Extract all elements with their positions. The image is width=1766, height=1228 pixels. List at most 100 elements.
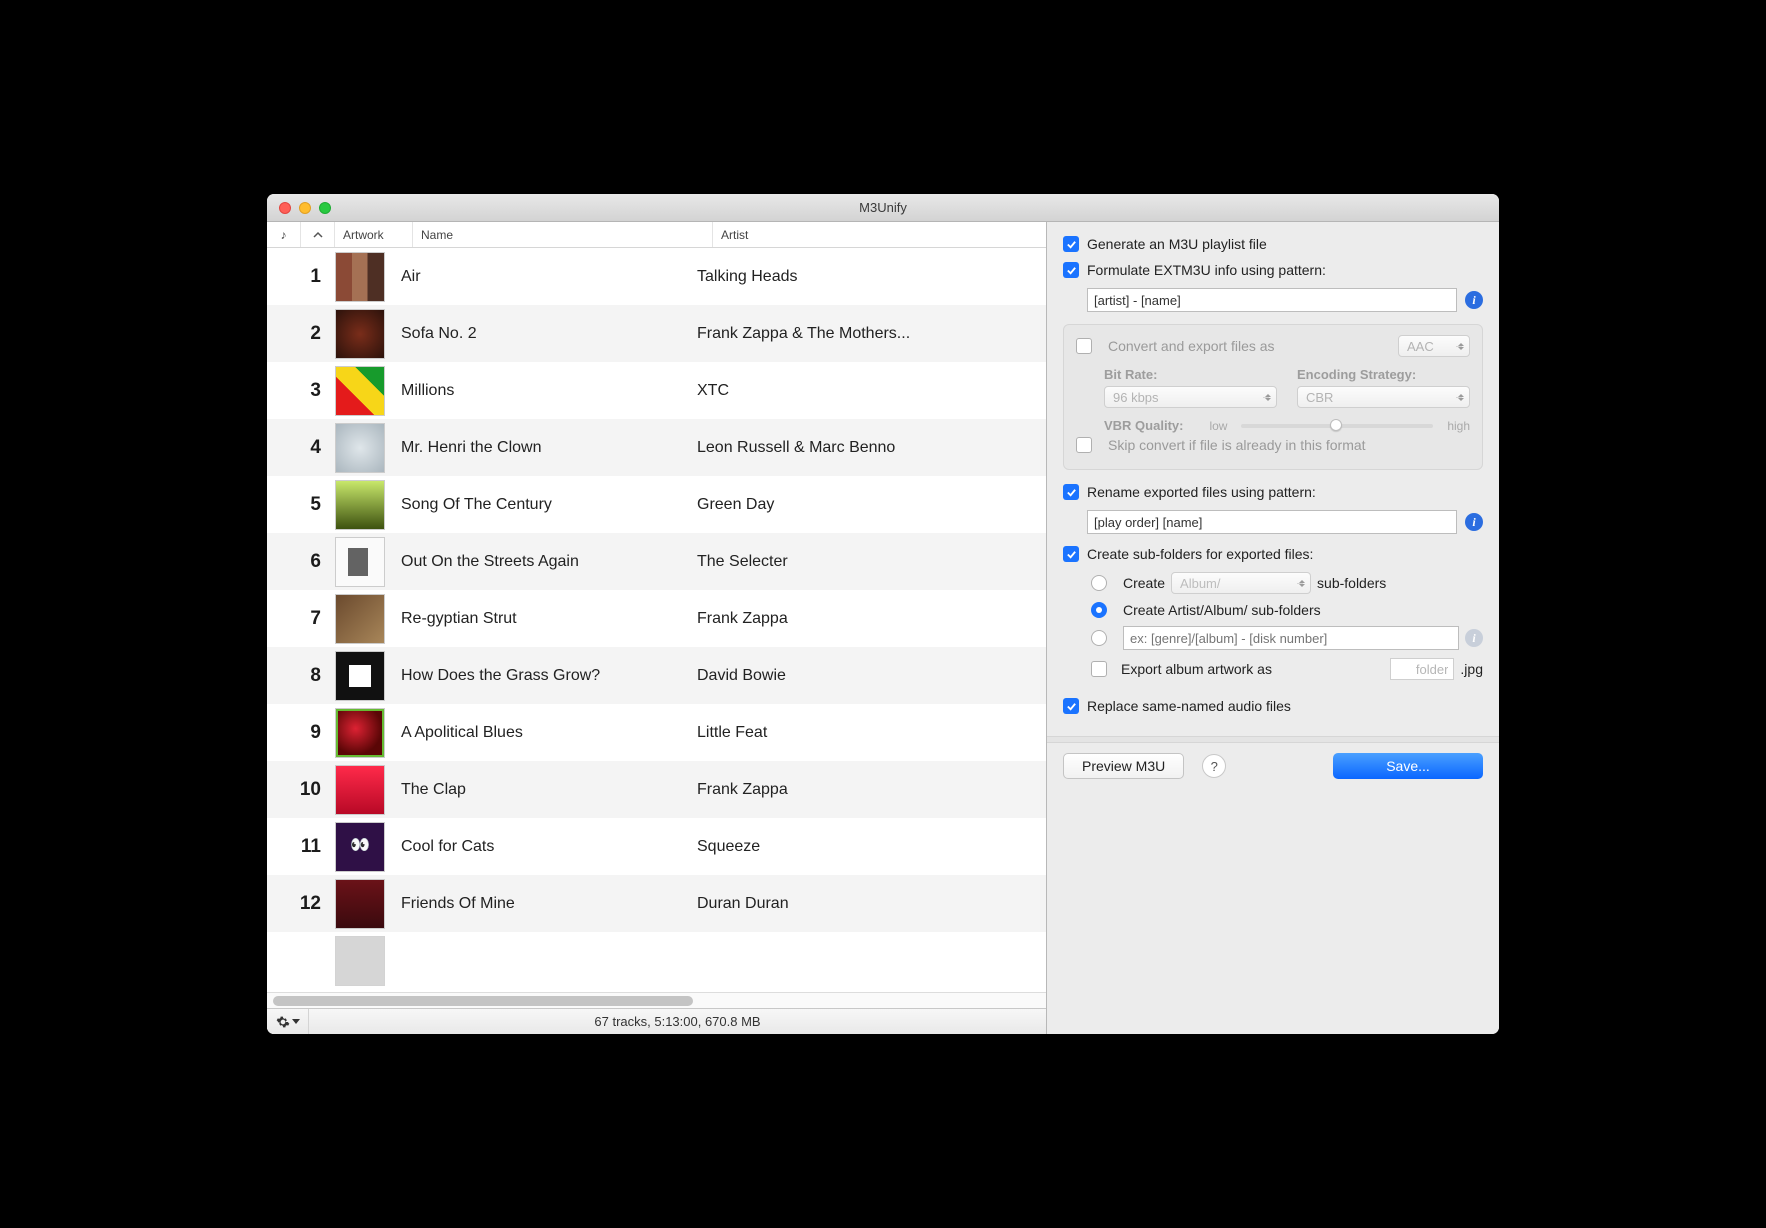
window-title: M3Unify <box>267 200 1499 215</box>
track-artist: Frank Zappa <box>697 781 1046 799</box>
artwork-filename-input[interactable] <box>1390 658 1454 680</box>
track-artist: Duran Duran <box>697 895 1046 913</box>
generate-m3u-label: Generate an M3U playlist file <box>1087 236 1267 252</box>
track-name: Millions <box>401 382 697 400</box>
table-row[interactable]: 6Out On the Streets AgainThe Selecter <box>267 533 1046 590</box>
album-artwork <box>335 252 385 302</box>
chevron-up-icon <box>313 230 323 240</box>
vbr-low-label: low <box>1209 419 1227 433</box>
table-row[interactable]: 1 AirTalking Heads <box>267 248 1046 305</box>
table-row[interactable]: 10The ClapFrank Zappa <box>267 761 1046 818</box>
track-artist: XTC <box>697 382 1046 400</box>
skip-convert-checkbox[interactable] <box>1076 437 1092 453</box>
table-row[interactable]: 11Cool for CatsSqueeze <box>267 818 1046 875</box>
export-artwork-label: Export album artwork as <box>1121 661 1272 677</box>
table-row[interactable]: 8How Does the Grass Grow?David Bowie <box>267 647 1046 704</box>
extm3u-checkbox[interactable] <box>1063 262 1079 278</box>
generate-m3u-checkbox[interactable] <box>1063 236 1079 252</box>
replace-checkbox[interactable] <box>1063 698 1079 714</box>
column-artwork[interactable]: Artwork <box>335 222 413 247</box>
album-artwork <box>335 366 385 416</box>
save-button[interactable]: Save... <box>1333 753 1483 779</box>
track-number: 2 <box>271 323 335 345</box>
track-name: Friends Of Mine <box>401 895 697 913</box>
track-name: Cool for Cats <box>401 838 697 856</box>
options-panel: Generate an M3U playlist file Formulate … <box>1047 222 1499 1034</box>
strategy-select[interactable]: CBR <box>1297 386 1470 408</box>
status-text: 67 tracks, 5:13:00, 670.8 MB <box>309 1014 1046 1029</box>
table-row[interactable]: 2Sofa No. 2Frank Zappa & The Mothers... <box>267 305 1046 362</box>
track-name: How Does the Grass Grow? <box>401 667 697 685</box>
track-artist: Talking Heads <box>697 268 1046 286</box>
column-artist[interactable]: Artist <box>713 222 1046 247</box>
track-number: 4 <box>271 437 335 459</box>
skip-convert-label: Skip convert if file is already in this … <box>1108 437 1366 453</box>
bitrate-label: Bit Rate: <box>1104 367 1277 382</box>
subfolder-create-prefix: Create <box>1123 575 1165 591</box>
column-name[interactable]: Name <box>413 222 713 247</box>
album-artwork <box>335 879 385 929</box>
table-row[interactable] <box>267 932 1046 989</box>
info-icon[interactable]: i <box>1465 629 1483 647</box>
subfolder-custom-radio[interactable] <box>1091 630 1107 646</box>
chevron-down-icon <box>292 1019 300 1024</box>
preview-m3u-button[interactable]: Preview M3U <box>1063 753 1184 779</box>
table-row[interactable]: 9A Apolitical BluesLittle Feat <box>267 704 1046 761</box>
track-name: Song Of The Century <box>401 496 697 514</box>
track-number: 11 <box>271 836 335 858</box>
track-name: A Apolitical Blues <box>401 724 697 742</box>
subfolder-type-select[interactable]: Album/ <box>1171 572 1311 594</box>
table-row[interactable]: 12Friends Of MineDuran Duran <box>267 875 1046 932</box>
table-row[interactable]: 4 Mr. Henri the ClownLeon Russell & Marc … <box>267 419 1046 476</box>
track-number: 7 <box>271 608 335 630</box>
album-artwork <box>335 423 385 473</box>
rename-checkbox[interactable] <box>1063 484 1079 500</box>
subfolder-artist-album-radio[interactable] <box>1091 602 1107 618</box>
column-sort-order[interactable] <box>301 222 335 247</box>
info-icon[interactable]: i <box>1465 513 1483 531</box>
export-artwork-checkbox[interactable] <box>1091 661 1107 677</box>
subfolder-create-radio[interactable] <box>1091 575 1107 591</box>
track-number: 1 <box>271 266 335 288</box>
vbr-slider[interactable] <box>1241 424 1433 428</box>
rename-pattern-input[interactable] <box>1087 510 1457 534</box>
rename-label: Rename exported files using pattern: <box>1087 484 1316 500</box>
album-artwork <box>335 594 385 644</box>
vbr-label: VBR Quality: <box>1104 418 1183 433</box>
gear-icon <box>276 1015 290 1029</box>
album-artwork <box>335 480 385 530</box>
convert-format-select[interactable]: AAC <box>1398 335 1470 357</box>
album-artwork <box>335 936 385 986</box>
column-playing-icon[interactable]: ♪ <box>267 222 301 247</box>
table-row[interactable]: 5Song Of The CenturyGreen Day <box>267 476 1046 533</box>
track-artist: The Selecter <box>697 553 1046 571</box>
track-number: 8 <box>271 665 335 687</box>
panel-divider <box>1047 736 1499 743</box>
album-artwork <box>335 537 385 587</box>
strategy-label: Encoding Strategy: <box>1297 367 1470 382</box>
album-artwork <box>335 765 385 815</box>
track-name: Sofa No. 2 <box>401 325 697 343</box>
help-button[interactable]: ? <box>1202 754 1226 778</box>
artwork-ext-label: .jpg <box>1460 661 1483 677</box>
subfolders-checkbox[interactable] <box>1063 546 1079 562</box>
horizontal-scrollbar[interactable] <box>267 992 1046 1008</box>
convert-label: Convert and export files as <box>1108 338 1275 354</box>
track-artist: Green Day <box>697 496 1046 514</box>
table-header: ♪ Artwork Name Artist <box>267 222 1046 248</box>
extm3u-pattern-input[interactable] <box>1087 288 1457 312</box>
track-name: The Clap <box>401 781 697 799</box>
track-table: ♪ Artwork Name Artist 1 AirTalking Heads 2… <box>267 222 1047 1034</box>
convert-checkbox[interactable] <box>1076 338 1092 354</box>
subfolder-custom-input[interactable] <box>1123 626 1459 650</box>
subfolders-label: Create sub-folders for exported files: <box>1087 546 1313 562</box>
table-body[interactable]: 1AirTalking Heads2Sofa No. 2Frank Zappa … <box>267 248 1046 992</box>
bitrate-select[interactable]: 96 kbps <box>1104 386 1277 408</box>
track-artist: Leon Russell & Marc Benno <box>697 439 1046 457</box>
track-name: Air <box>401 268 697 286</box>
table-row[interactable]: 3MillionsXTC <box>267 362 1046 419</box>
table-row[interactable]: 7Re-gyptian StrutFrank Zappa <box>267 590 1046 647</box>
track-name: Mr. Henri the Clown <box>401 439 697 457</box>
gear-menu-button[interactable] <box>267 1009 309 1034</box>
info-icon[interactable]: i <box>1465 291 1483 309</box>
